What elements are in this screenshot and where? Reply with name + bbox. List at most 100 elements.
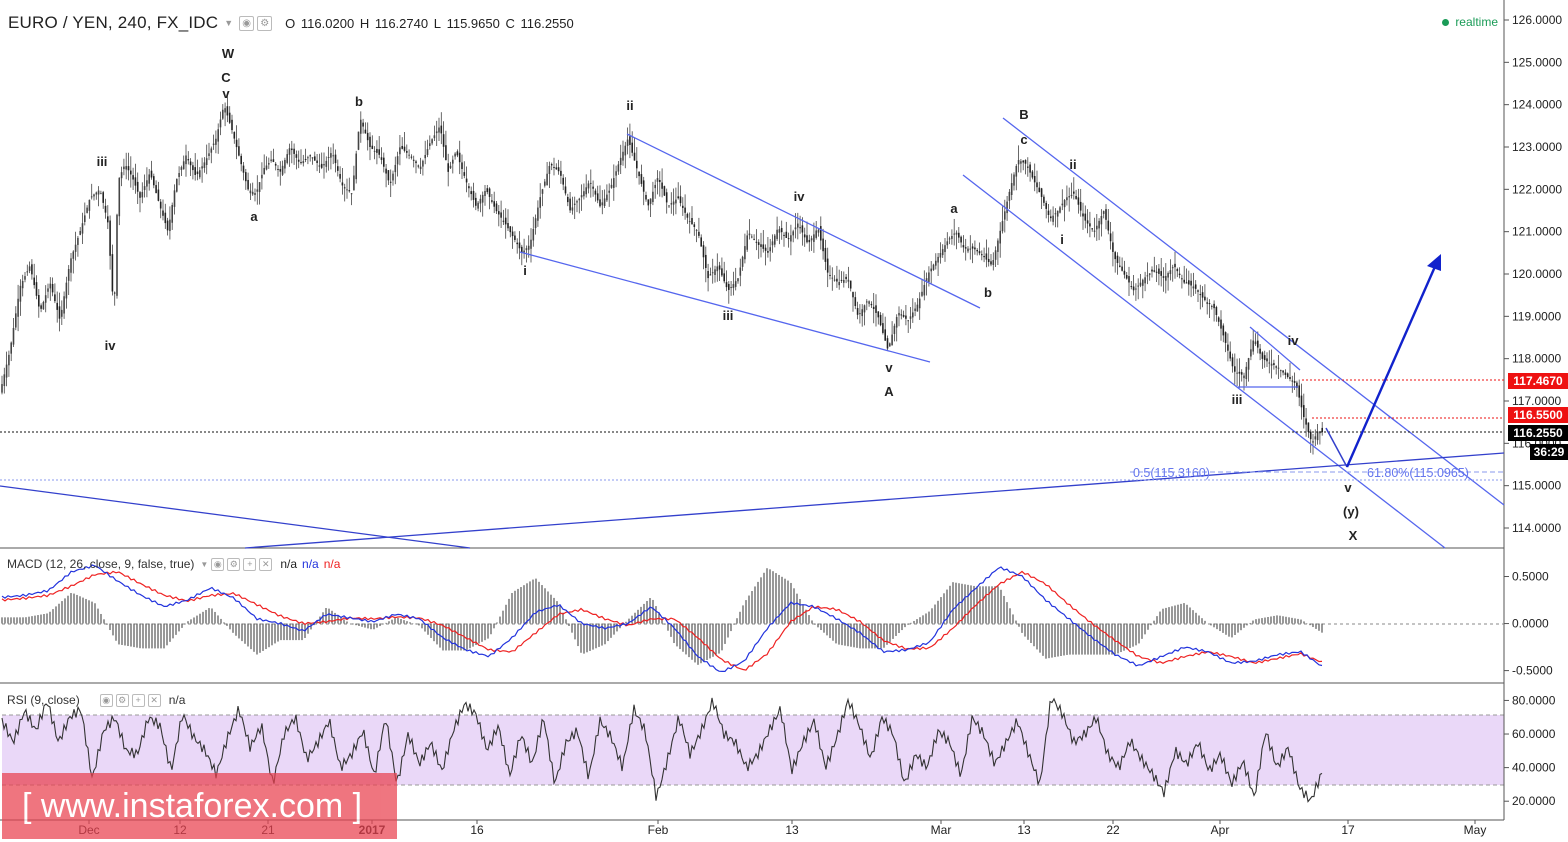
wave-label: W (222, 46, 235, 61)
eye-icon[interactable]: ◉ (211, 557, 225, 571)
candle-body (472, 191, 475, 200)
candle-body (491, 200, 493, 202)
candle-body (546, 173, 548, 186)
candle-body (1174, 263, 1176, 268)
candle-body (141, 191, 144, 198)
candle-body (245, 172, 247, 182)
candle-body (1056, 210, 1059, 217)
candle-body (826, 258, 829, 273)
candle-body (196, 171, 199, 175)
candle-body (682, 205, 684, 208)
candle-body (5, 364, 8, 378)
rsi-tick-label: 20.0000 (1512, 794, 1556, 808)
candle-body (751, 236, 753, 238)
channel-line-3 (1002, 117, 1505, 506)
candle-body (1261, 352, 1264, 359)
candle-body (293, 148, 295, 154)
candle-body (840, 279, 843, 281)
candle-body (659, 180, 661, 182)
candle-body (815, 230, 817, 238)
candle-body (1100, 216, 1103, 225)
rsi-name[interactable]: RSI (9, close) (7, 693, 80, 707)
candle-body (1015, 165, 1018, 177)
wave-label: iii (723, 308, 734, 323)
candle-body (647, 199, 650, 206)
candle-body (1008, 191, 1011, 201)
candle-body (1109, 233, 1112, 242)
candle-body (1211, 306, 1213, 308)
candle-body (734, 281, 737, 287)
candle-body (622, 151, 624, 161)
y-tick-label: 124.0000 (1512, 98, 1562, 112)
candle-body (1068, 196, 1070, 198)
candle-body (132, 175, 134, 180)
candle-body (125, 166, 127, 170)
candle-body (139, 192, 141, 198)
plus-icon[interactable]: + (131, 693, 145, 707)
candle-body (866, 301, 868, 303)
candle-body (695, 229, 698, 231)
candle-body (725, 282, 728, 288)
candle-body (1243, 375, 1245, 379)
candle-body (10, 342, 12, 354)
candle-body (1280, 370, 1282, 372)
high-value: 116.2740 (374, 15, 429, 31)
candle-body (1139, 282, 1142, 286)
candle-body (820, 226, 822, 241)
chevron-down-icon[interactable]: ▼ (200, 560, 208, 569)
candle-body (675, 199, 677, 204)
candle-body (843, 280, 845, 283)
candle-body (392, 173, 394, 181)
high-label: H (359, 15, 370, 31)
candle-body (468, 186, 470, 189)
close-icon[interactable]: ✕ (147, 693, 161, 707)
watermark: [ www.instaforex.com ] (2, 773, 397, 839)
chevron-down-icon[interactable]: ▼ (224, 18, 233, 28)
candle-body (396, 156, 399, 165)
candle-body (8, 354, 10, 366)
candle-body (1201, 292, 1204, 298)
candle-body (665, 192, 668, 203)
candle-body (314, 156, 316, 161)
candle-body (1240, 372, 1243, 375)
gear-icon[interactable]: ⚙ (115, 693, 129, 707)
candle-body (801, 225, 804, 233)
candle-body (1252, 340, 1254, 352)
close-icon[interactable]: ✕ (259, 557, 273, 571)
candle-body (31, 264, 33, 275)
candle-body (810, 238, 813, 241)
candle-body (187, 159, 190, 161)
candle-body (948, 238, 951, 240)
candle-body (1215, 307, 1218, 315)
symbol-title[interactable]: EURO / YEN, 240, FX_IDC (8, 13, 218, 33)
gear-icon[interactable]: ⚙ (257, 15, 273, 31)
channel-line-4 (962, 174, 1446, 549)
candle-body (1151, 269, 1153, 272)
rsi-value: n/a (168, 693, 186, 707)
low-value: 115.9650 (446, 15, 500, 31)
candle-body (470, 191, 472, 195)
candle-body (698, 231, 700, 236)
plus-icon[interactable]: + (243, 557, 257, 571)
eye-icon[interactable]: ◉ (239, 15, 255, 31)
candle-body (320, 163, 323, 168)
candle-body (606, 194, 608, 201)
wave-label: iii (1232, 392, 1243, 407)
macd-name[interactable]: MACD (12, 26, close, 9, false, true) (7, 557, 194, 571)
candle-body (164, 212, 167, 224)
candle-body (794, 227, 797, 230)
candle-body (780, 227, 783, 233)
candle-body (3, 374, 6, 387)
candle-body (231, 119, 233, 131)
candle-body (362, 122, 364, 127)
gear-icon[interactable]: ⚙ (227, 557, 241, 571)
candle-body (580, 195, 583, 198)
wave-label: (y) (1343, 504, 1359, 519)
candle-body (1033, 176, 1036, 183)
chart-header: EURO / YEN, 240, FX_IDC ▼ ◉ ⚙ O 116.0200… (8, 12, 576, 34)
candle-body (872, 306, 875, 310)
candle-body (960, 236, 962, 243)
eye-icon[interactable]: ◉ (99, 693, 113, 707)
candle-body (861, 309, 863, 317)
x-tick-label: 13 (1017, 823, 1031, 837)
